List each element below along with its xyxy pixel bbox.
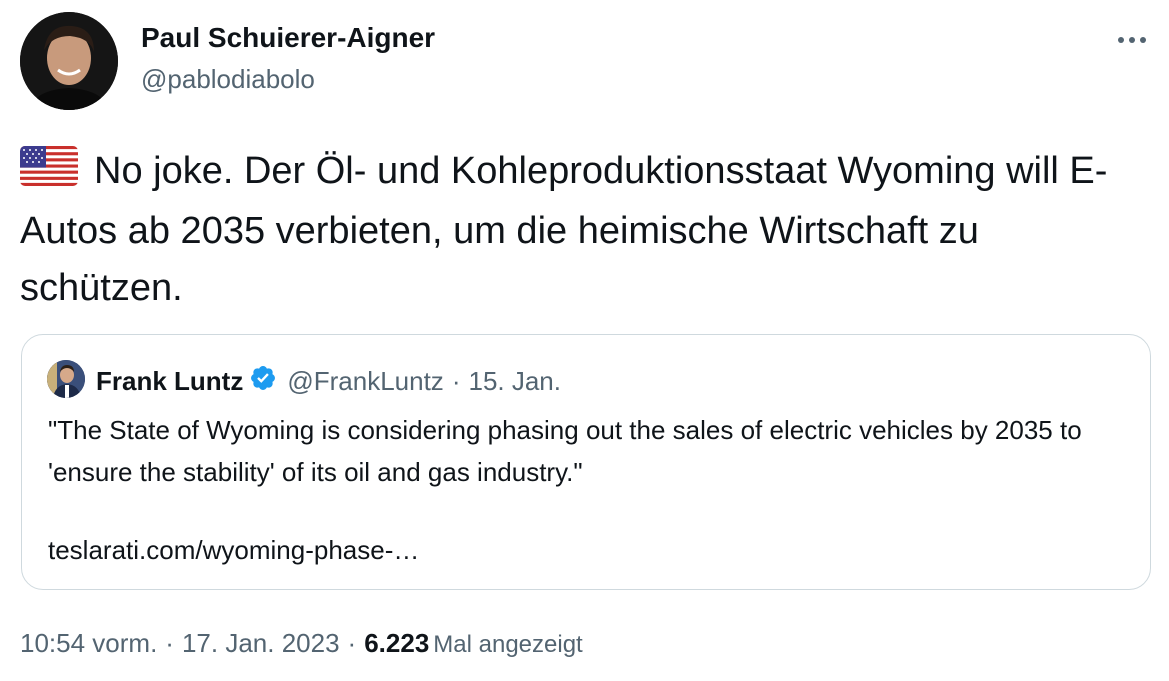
tweet-text: No joke. Der Öl- und Kohleproduktionssta… bbox=[20, 143, 1140, 317]
quote-author-avatar-image bbox=[47, 360, 85, 398]
quote-author-handle[interactable]: @FrankLuntz bbox=[287, 366, 443, 397]
quote-link[interactable]: teslarati.com/wyoming-phase-… bbox=[48, 535, 419, 566]
quote-text: "The State of Wyoming is considering pha… bbox=[48, 415, 1082, 487]
author-avatar[interactable] bbox=[20, 12, 118, 110]
quote-author-avatar[interactable] bbox=[47, 360, 85, 398]
meta-separator: · bbox=[165, 628, 174, 658]
more-horizontal-icon bbox=[1118, 37, 1146, 43]
views-count: 6.223 bbox=[364, 628, 430, 658]
tweet-time[interactable]: 10:54 vorm. bbox=[20, 628, 157, 658]
quote-header: Frank Luntz @FrankLuntz · 15. Jan. bbox=[96, 364, 561, 399]
tweet: Paul Schuierer-Aigner @pablodiabolo No j… bbox=[0, 0, 1169, 681]
author-avatar-image bbox=[20, 12, 118, 110]
views-label: Mal angezeigt bbox=[433, 631, 583, 658]
more-button[interactable] bbox=[1112, 22, 1152, 58]
verified-badge-icon bbox=[249, 364, 277, 399]
meta-separator: · bbox=[347, 628, 357, 658]
quote-date[interactable]: 15. Jan. bbox=[468, 366, 561, 397]
us-flag-icon bbox=[20, 146, 78, 203]
author-name[interactable]: Paul Schuierer-Aigner bbox=[141, 22, 435, 54]
tweet-meta: 10:54 vorm. · 17. Jan. 2023 · 6.223 Mal angez… bbox=[20, 628, 583, 659]
quote-author-name[interactable]: Frank Luntz bbox=[96, 366, 243, 397]
author-handle[interactable]: @pablodiabolo bbox=[141, 64, 315, 95]
quote-separator: · bbox=[451, 366, 461, 396]
tweet-date[interactable]: 17. Jan. 2023 bbox=[182, 628, 340, 658]
quote-tweet-card[interactable]: Frank Luntz @FrankLuntz · 15. Jan. "The … bbox=[21, 334, 1151, 590]
tweet-body: No joke. Der Öl- und Kohleproduktionssta… bbox=[20, 150, 1108, 309]
